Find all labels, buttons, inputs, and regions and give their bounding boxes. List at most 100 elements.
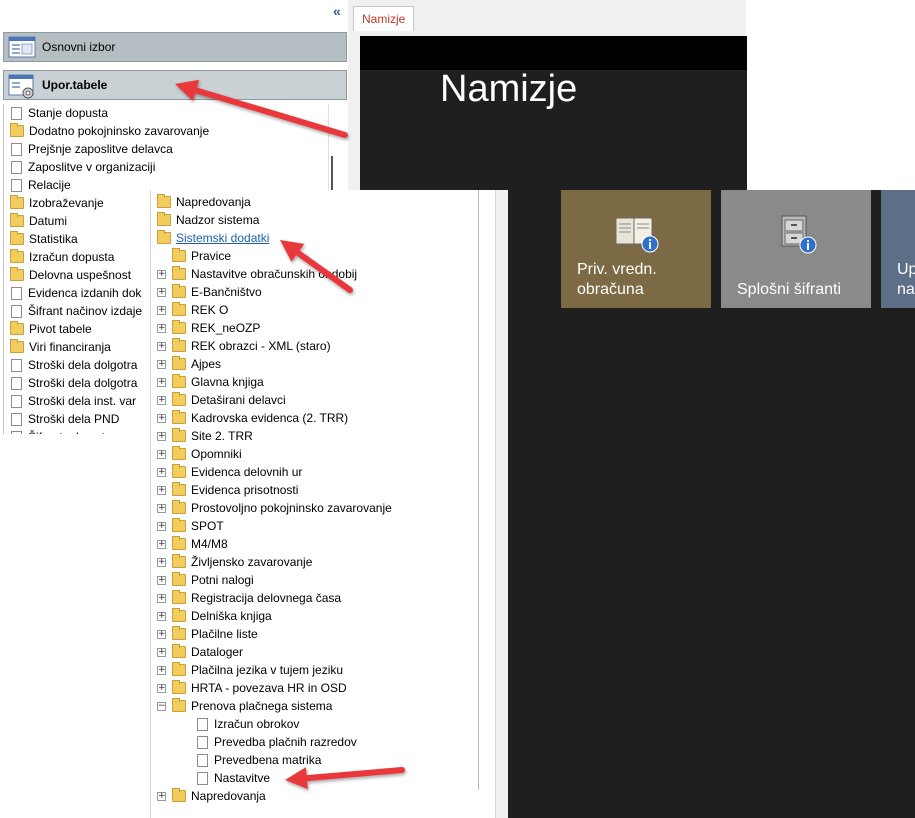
tree-node[interactable]: Prevedba plačnih razredov [196, 733, 357, 751]
expand-icon[interactable]: + [157, 341, 166, 351]
tree-node[interactable]: + Plačilna jezika v tujem jeziku [157, 661, 343, 679]
tree-node[interactable]: + Evidenca prisotnosti [157, 481, 298, 499]
expand-icon[interactable]: + [157, 503, 166, 513]
sidebar-list-label: Izračun dopusta [29, 250, 115, 264]
expand-icon[interactable]: + [157, 629, 166, 639]
folder-icon [172, 248, 186, 262]
tree-node[interactable]: − Prenova plačnega sistema [157, 697, 332, 715]
expand-icon[interactable]: + [157, 539, 166, 549]
tree-node[interactable]: + Napredovanja [157, 787, 266, 805]
tree-node[interactable]: + Življensko zavarovanje [157, 553, 312, 571]
tree-node[interactable]: Izračun obrokov [196, 715, 299, 733]
splitter[interactable] [495, 190, 509, 818]
expand-icon[interactable]: + [157, 683, 166, 693]
expand-icon[interactable]: + [157, 377, 166, 387]
tree-node[interactable]: + Evidenca delovnih ur [157, 463, 302, 481]
expand-icon[interactable]: + [157, 791, 166, 801]
expand-icon[interactable]: + [157, 269, 166, 279]
tree-node[interactable]: + HRTA - povezava HR in OSD [157, 679, 347, 697]
sidebar-list-label: Pivot tabele [29, 322, 92, 336]
tree-node[interactable]: Pravice [157, 247, 231, 265]
folder-icon [172, 446, 186, 460]
tree-node[interactable]: + Kadrovska evidenca (2. TRR) [157, 409, 348, 427]
tree-node[interactable]: + Dataloger [157, 643, 243, 661]
collapse-sidebar-icon[interactable]: « [333, 4, 347, 18]
panel-upor-tabele[interactable]: Upor.tabele [3, 70, 347, 100]
document-icon [11, 178, 22, 192]
sidebar-list-item[interactable]: Stanje dopusta [4, 104, 334, 122]
expand-icon[interactable]: + [157, 395, 166, 405]
expand-icon[interactable]: + [157, 665, 166, 675]
expand-icon[interactable]: + [157, 323, 166, 333]
tree-node-label: Prenova plačnega sistema [191, 699, 333, 713]
tree-node-label: Sistemski dodatki [176, 231, 270, 245]
sidebar-list-item[interactable]: Prejšnje zaposlitve delavca [4, 140, 334, 158]
book-info-icon [612, 210, 660, 258]
document-icon [11, 106, 22, 120]
tree-node[interactable]: + M4/M8 [157, 535, 228, 553]
expand-icon[interactable]: + [157, 593, 166, 603]
tree-node[interactable]: + Glavna knjiga [157, 373, 264, 391]
tree-node-label: Plačilne liste [191, 627, 258, 641]
tree-node-label: Napredovanja [191, 789, 266, 803]
expand-icon[interactable]: + [157, 305, 166, 315]
tab-namizje[interactable]: Namizje [353, 6, 415, 31]
tree-node[interactable]: Sistemski dodatki [157, 229, 269, 247]
tree-node[interactable]: + Potni nalogi [157, 571, 254, 589]
collapse-icon[interactable]: − [157, 701, 166, 711]
tree-node[interactable]: + Opomniki [157, 445, 242, 463]
tile-priv-vredn-obracuna[interactable]: Priv. vredn. obračuna [561, 190, 711, 308]
tree-node[interactable]: + Registracija delovnega časa [157, 589, 341, 607]
expand-icon[interactable]: + [157, 359, 166, 369]
tree-node[interactable]: Nastavitve [196, 769, 270, 787]
sidebar-list-label: Dodatno pokojninsko zavarovanje [29, 124, 210, 138]
tree-node[interactable]: Nadzor sistema [157, 211, 259, 229]
tree-node-label: Glavna knjiga [191, 375, 264, 389]
tile-partial[interactable]: Up na [881, 190, 915, 308]
tree-node[interactable]: + REK_neOZP [157, 319, 260, 337]
document-icon [11, 376, 22, 390]
tree-node[interactable]: Prevedbena matrika [196, 751, 321, 769]
tree-node-label: Prevedbena matrika [214, 753, 322, 767]
expand-icon[interactable]: + [157, 521, 166, 531]
expand-icon[interactable]: + [157, 467, 166, 477]
folder-icon [172, 572, 186, 586]
tree-node[interactable]: + Site 2. TRR [157, 427, 253, 445]
tree-node[interactable]: + Ajpes [157, 355, 221, 373]
expand-icon[interactable]: + [157, 647, 166, 657]
tree-node[interactable]: + Delniška knjiga [157, 607, 272, 625]
tile-label: Up na [897, 261, 915, 298]
panel-osnovni-izbor[interactable]: Osnovni izbor [3, 32, 347, 62]
expand-icon[interactable]: + [157, 413, 166, 423]
document-icon [11, 286, 22, 300]
tree-node[interactable]: + REK obrazci - XML (staro) [157, 337, 331, 355]
sidebar-list-item[interactable]: Zaposlitve v organizaciji [4, 158, 334, 176]
folder-icon [157, 212, 171, 226]
tile-splosni-sifranti[interactable]: Splošni šifranti [721, 190, 871, 308]
document-icon [197, 753, 208, 767]
expand-icon[interactable]: + [157, 287, 166, 297]
tree-node[interactable]: Napredovanja [157, 193, 251, 211]
tree-node[interactable]: + Plačilne liste [157, 625, 258, 643]
folder-icon [172, 392, 186, 406]
sidebar-list-item[interactable]: Dodatno pokojninsko zavarovanje [4, 122, 334, 140]
expand-icon[interactable]: + [157, 485, 166, 495]
tree-node[interactable]: + Nastavitve obračunskih obdobij [157, 265, 357, 283]
expand-icon[interactable]: + [157, 449, 166, 459]
tree-node[interactable]: + Prostovoljno pokojninsko zavarovanje [157, 499, 392, 517]
tree-node[interactable]: + SPOT [157, 517, 224, 535]
tree-node[interactable]: + Detaširani delavci [157, 391, 286, 409]
tree-node[interactable]: + REK O [157, 301, 228, 319]
expand-icon[interactable]: + [157, 611, 166, 621]
panel-osnovni-label: Osnovni izbor [42, 40, 116, 54]
folder-icon [10, 339, 24, 353]
expand-icon[interactable]: + [157, 557, 166, 567]
expand-icon[interactable]: + [157, 431, 166, 441]
tree-node-label: Detaširani delavci [191, 393, 286, 407]
tree-node[interactable]: + E-Bančništvo [157, 283, 262, 301]
folder-icon [172, 518, 186, 532]
tree-scrollbar[interactable] [470, 190, 495, 818]
folder-icon [172, 266, 186, 280]
expand-icon[interactable]: + [157, 575, 166, 585]
folder-icon [172, 338, 186, 352]
